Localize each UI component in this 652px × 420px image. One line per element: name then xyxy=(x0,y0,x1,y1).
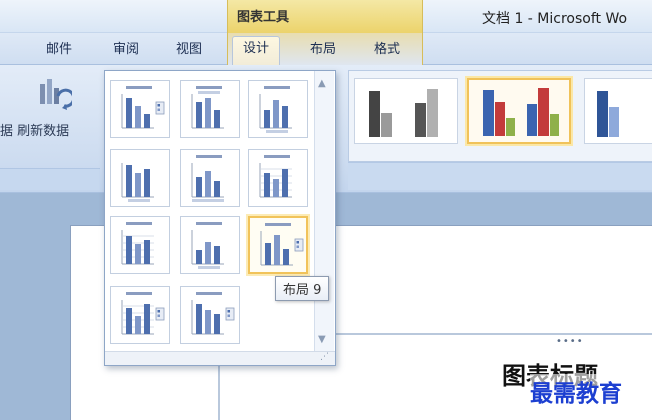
tab-review[interactable]: 审阅 xyxy=(113,40,139,60)
data-group-footer xyxy=(0,168,100,190)
chart-tools-label: 图表工具 xyxy=(237,10,290,25)
window-title: 文档 1 - Microsoft Wo xyxy=(482,11,628,27)
gallery-scrollbar[interactable] xyxy=(314,71,334,351)
chart-style-thumb[interactable] xyxy=(354,78,458,144)
layout-thumb-6[interactable] xyxy=(248,149,308,207)
layout-thumb-5[interactable] xyxy=(180,149,240,207)
tab-format[interactable]: 格式 xyxy=(374,40,400,60)
scroll-down-icon[interactable]: ▼ xyxy=(318,334,326,345)
layout-tooltip: 布局 9 xyxy=(275,276,330,301)
layout-thumb-3[interactable] xyxy=(248,80,308,138)
chart-style-thumb[interactable] xyxy=(584,78,652,144)
layout-thumb-1[interactable] xyxy=(110,80,170,138)
layout-thumb-11[interactable] xyxy=(180,286,240,344)
chart-resize-handle[interactable]: •••• xyxy=(556,336,584,347)
gallery-resize-grip[interactable] xyxy=(105,351,335,365)
layout-thumb-2[interactable] xyxy=(180,80,240,138)
tab-view[interactable]: 视图 xyxy=(176,40,202,60)
chart-styles-footer xyxy=(348,162,652,190)
scroll-up-icon[interactable]: ▲ xyxy=(318,78,326,89)
layout-thumb-9[interactable] xyxy=(248,216,308,274)
tab-mailings[interactable]: 邮件 xyxy=(46,40,72,60)
refresh-data-button[interactable]: 据 刷新数据 xyxy=(0,120,69,139)
refresh-data-icon[interactable] xyxy=(36,76,72,112)
layout-thumb-10[interactable] xyxy=(110,286,170,344)
chart-style-thumb-selected[interactable] xyxy=(467,78,571,144)
layout-thumb-8[interactable] xyxy=(180,216,240,274)
layout-thumb-7[interactable] xyxy=(110,216,170,274)
tab-layout[interactable]: 布局 xyxy=(310,40,336,60)
resize-grip-icon[interactable]: ⋰ xyxy=(320,352,329,362)
tab-design[interactable]: 设计 xyxy=(232,36,281,66)
layout-thumb-4[interactable] xyxy=(110,149,170,207)
watermark-logo: 最需教育 xyxy=(530,374,622,408)
